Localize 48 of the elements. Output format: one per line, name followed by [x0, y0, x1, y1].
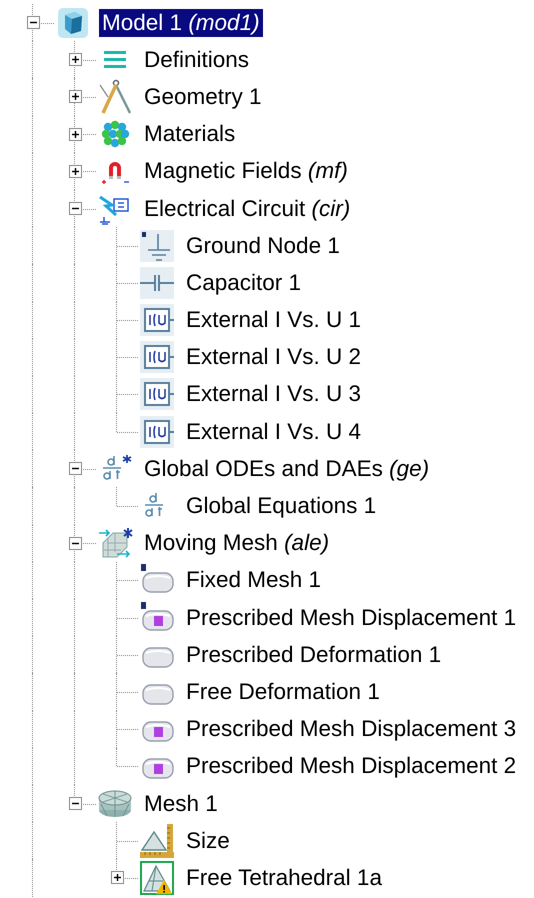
expand-toggle[interactable]	[68, 536, 82, 550]
tree-item-label[interactable]: External I Vs. U 2	[183, 343, 364, 372]
mesh-cylinder-icon	[97, 788, 133, 820]
tree-item-label[interactable]: Size	[183, 826, 233, 855]
tree-item-label[interactable]: Ground Node 1	[183, 232, 343, 260]
tree-item-label[interactable]: Global Equations 1	[183, 492, 380, 520]
source-box-icon	[140, 416, 174, 448]
tree-item-label[interactable]: Definitions	[141, 46, 252, 74]
expand-toggle[interactable]	[68, 797, 82, 810]
tree-item-label[interactable]: Prescribed Mesh Displacement 3	[183, 715, 520, 744]
capacitor-icon	[140, 266, 174, 299]
tree-item-label[interactable]: Electrical Circuit (cir)	[141, 194, 354, 223]
list-icon	[102, 48, 128, 71]
tree-item-label[interactable]: Global ODEs and DAEs (ge)	[141, 454, 432, 483]
tree-item-label[interactable]: Free Tetrahedral 1a	[183, 864, 385, 892]
triangle-ruler-icon	[140, 824, 174, 858]
expand-toggle[interactable]	[68, 202, 82, 216]
tree-item-label[interactable]: Mesh 1	[141, 790, 221, 818]
tree-item-label[interactable]: Capacitor 1	[183, 268, 304, 297]
tree-item-label[interactable]: Fixed Mesh 1	[183, 566, 324, 594]
tree-item-label[interactable]: Prescribed Deformation 1	[183, 640, 444, 669]
tree-item-label[interactable]: Prescribed Mesh Displacement 2	[183, 752, 520, 780]
cube-icon	[57, 6, 89, 39]
compass-icon	[98, 78, 132, 115]
expand-toggle[interactable]	[68, 90, 82, 104]
source-box-icon	[140, 341, 174, 374]
tree-item-label[interactable]: External I Vs. U 4	[183, 418, 364, 446]
expand-toggle[interactable]	[68, 164, 82, 178]
tree-item-label[interactable]: Prescribed Mesh Displacement 1	[183, 604, 520, 632]
tree-item-label[interactable]: Magnetic Fields (mf)	[141, 157, 351, 186]
tree-item-label[interactable]: External I Vs. U 3	[183, 380, 364, 408]
tree-item-label[interactable]: Free Deformation 1	[183, 678, 383, 706]
ground-icon	[140, 230, 174, 262]
expand-toggle[interactable]	[26, 16, 40, 30]
source-box-icon	[140, 304, 174, 336]
expand-toggle[interactable]	[68, 53, 82, 66]
tree-item-label[interactable]: Moving Mesh (ale)	[141, 529, 332, 558]
expand-toggle[interactable]	[68, 462, 82, 476]
expand-toggle[interactable]	[110, 871, 124, 884]
tree-item-label[interactable]: Geometry 1	[141, 82, 265, 111]
spheres-icon	[100, 120, 130, 148]
source-box-icon	[140, 378, 174, 410]
tree-item-label[interactable]: Model 1 (mod1)	[99, 8, 263, 37]
tree-item-label[interactable]: Materials	[141, 120, 238, 148]
tree-item-label[interactable]: External I Vs. U 1	[183, 306, 364, 334]
moving-grid-icon	[97, 527, 133, 560]
tetrahedron-warning-icon	[140, 860, 174, 895]
expand-toggle[interactable]	[68, 128, 82, 141]
